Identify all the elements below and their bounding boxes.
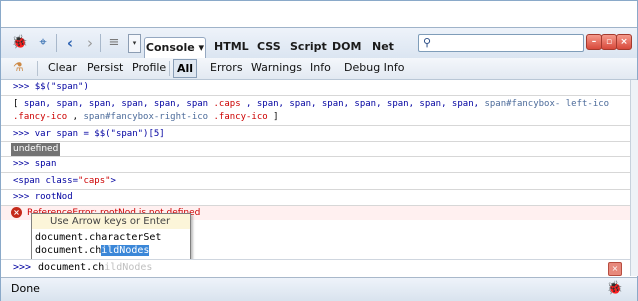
tag-open: <span class= [13,176,79,186]
prompt: >>> [13,82,30,92]
tab-dom[interactable]: DOM [332,37,361,58]
toolbar-divider [56,34,57,52]
result-array: [ span, span, span, span, span, span .ca… [1,98,623,124]
array-item[interactable]: span [186,99,208,109]
persist-button[interactable]: Persist [87,61,123,74]
filter-errors-button[interactable]: Errors [210,61,243,74]
firebug-toolbar: 🐞 ⌖ ‹ › ≡ ▾ Console ▾ HTML CSS Script DO… [1,27,637,59]
autocomplete-item[interactable]: document.characterSet [35,231,161,244]
array-item-class: .fancy-ico [213,112,268,122]
prompt: >>> [13,192,30,202]
profile-button[interactable]: Profile [132,61,166,74]
clear-console-icon[interactable]: ⚗ [13,60,24,74]
prompt: >>> [13,159,30,169]
array-items[interactable]: , span, span, span, span, span, span, sp… [246,99,484,109]
autocomplete-rest: ildNodes [101,245,150,256]
tab-console-label: Console [145,41,195,54]
array-item-id: left-ico [565,99,610,109]
autocomplete-rest: aracterSet [101,232,162,243]
menu-lines-icon[interactable]: ≡ [105,34,123,52]
command-text: var span = $$("span")[5] [34,129,165,139]
command-text: rootNod [34,192,73,202]
command-input[interactable]: document.childNodes [38,262,152,273]
panel-menu-button[interactable]: ▾ [128,34,141,53]
array-item[interactable]: span#fancybox-right-ico [83,112,208,122]
tab-console[interactable]: Console ▾ [144,37,206,59]
autocomplete-typed: document.ch [35,232,102,243]
tab-css[interactable]: CSS [257,37,281,58]
inspect-icon[interactable]: ⌖ [34,34,52,52]
command-line[interactable]: >>> document.childNodes × [1,259,630,276]
command-text: $$("span") [34,82,89,92]
command-text: span [34,159,57,169]
console-row: >>> var span = $$("span")[5] [1,127,630,142]
detach-icon[interactable]: ▫ [601,34,617,50]
autocomplete-typed: document.ch [35,245,102,256]
element-tag[interactable]: <span class="caps"> [1,176,116,186]
close-command-line-icon[interactable]: × [608,262,622,276]
autocomplete-item-selected[interactable]: document.childNodes [35,244,150,257]
filter-info-button[interactable]: Info [310,61,331,74]
back-icon[interactable]: ‹ [61,34,79,52]
console-row: [ span, span, span, span, span, span .ca… [1,96,630,126]
command-typed: document.ch [38,262,105,273]
toolbar-divider [37,61,38,76]
firebug-icon[interactable]: 🐞 [11,34,29,52]
array-bracket: ] [273,112,279,122]
prompt: >>> [13,129,30,139]
command-suggestion: ildNodes [104,262,153,273]
autocomplete-popup: Use Arrow keys or Enter document.charact… [31,213,191,260]
console-toolbar: ⚗ Clear Persist Profile All Errors Warni… [1,58,637,80]
search-input[interactable]: ⚲ [418,34,584,52]
error-icon: × [11,207,22,218]
array-bracket: [ [13,99,24,109]
clear-button[interactable]: Clear [48,61,77,74]
toolbar-divider [169,61,170,76]
firebug-window: 🐞 ⌖ ‹ › ≡ ▾ Console ▾ HTML CSS Script DO… [0,0,638,301]
console-row: undefined [1,142,630,157]
command-prompt: >>> [13,262,32,273]
close-icon[interactable]: × [616,34,632,50]
toolbar-divider [100,34,101,52]
tag-close: > [110,176,116,186]
array-item-class: .caps [213,99,241,109]
tag-attr-value: "caps" [78,176,111,186]
tab-net[interactable]: Net [372,37,394,58]
filter-all-button[interactable]: All [173,59,197,78]
search-icon: ⚲ [423,36,432,49]
status-bar: Done 🐞 [1,277,637,301]
firebug-status-icon[interactable]: 🐞 [607,281,623,296]
status-text: Done [11,282,40,295]
autocomplete-hint: Use Arrow keys or Enter [32,214,190,229]
array-separator: , [72,112,84,122]
console-row: >>> $$("span") [1,80,630,96]
tab-html[interactable]: HTML [214,37,249,58]
console-row: <span class="caps"> [1,173,630,190]
filter-debug-info-button[interactable]: Debug Info [344,61,405,74]
console-row: >>> rootNod [1,190,630,206]
array-item-class: .fancy-ico [13,112,68,122]
console-scrollbar[interactable] [630,80,638,276]
array-items[interactable]: span, span, span, span, span, [24,99,187,109]
minimize-icon[interactable]: – [586,34,602,50]
chevron-down-icon: ▾ [198,41,205,54]
page-area [1,1,637,27]
tab-script[interactable]: Script [290,37,327,58]
forward-icon[interactable]: › [81,34,99,52]
undefined-value: undefined [11,143,61,156]
console-row: >>> span [1,157,630,173]
filter-warnings-button[interactable]: Warnings [251,61,302,74]
array-item[interactable]: span#fancybox- [484,99,560,109]
